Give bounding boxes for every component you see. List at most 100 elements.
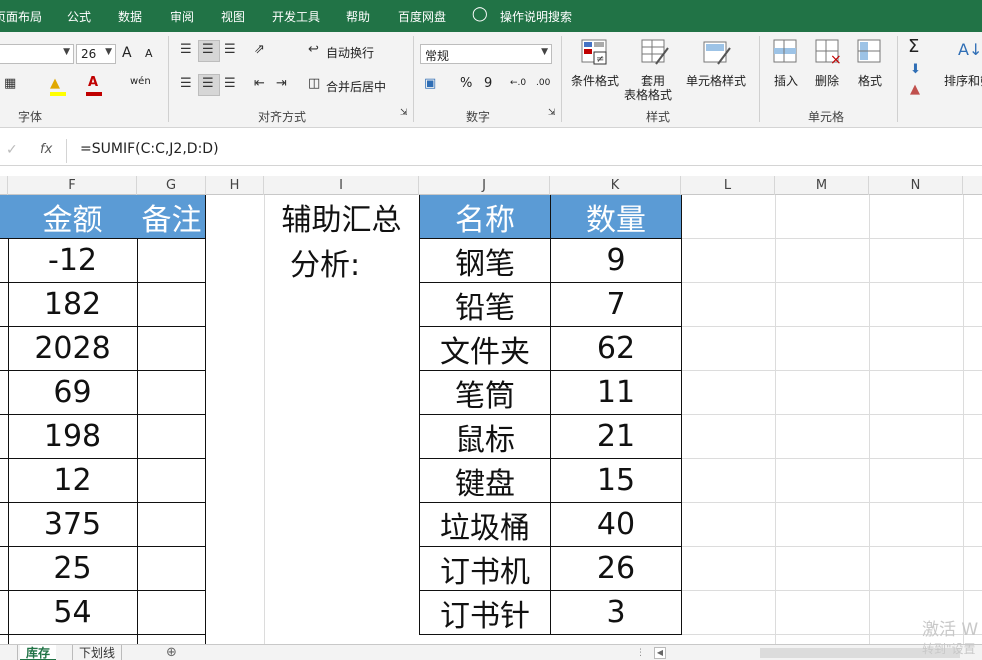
amount-cell[interactable]: 375 [8,502,137,546]
font-decrease-button[interactable]: A [145,47,153,60]
amount-cell[interactable]: 54 [8,590,137,634]
column-header-f[interactable]: F [8,176,137,195]
qty-cell[interactable]: 11 [551,371,681,414]
increase-decimal-button[interactable]: ←.0 [510,78,526,88]
font-color-icon[interactable]: A [88,75,98,90]
menu-help[interactable]: 帮助 [346,8,370,25]
name-cell[interactable]: 键盘 [420,459,550,502]
column-header-m[interactable]: M [775,176,869,195]
column-header-i[interactable]: I [264,176,419,195]
column-header-j[interactable]: J [419,176,550,195]
amount-cell[interactable]: 69 [8,370,137,414]
sheet-tab-previous[interactable] [0,645,18,660]
column-header-n[interactable]: N [869,176,963,195]
font-size-combo[interactable]: 26 ▼ [76,44,116,64]
menu-developer[interactable]: 开发工具 [272,8,320,25]
increase-indent-icon[interactable]: ⇥ [276,76,287,91]
clear-icon[interactable]: ▲ [910,82,920,97]
format-button[interactable]: 格式 [858,72,882,89]
chevron-down-icon: ▼ [541,47,548,57]
fill-color-icon[interactable]: ▲ [50,76,60,91]
font-name-combo[interactable]: ▼ [0,44,74,64]
column-header-g[interactable]: G [137,176,206,195]
menu-baidu-pan[interactable]: 百度网盘 [398,8,446,25]
table-header-cell[interactable] [0,195,8,238]
border-icon[interactable]: ▦ [4,76,16,91]
header-qty[interactable]: 数量 [551,195,681,238]
amount-cell[interactable]: 182 [8,282,137,326]
amount-cell[interactable]: 198 [8,414,137,458]
sheet-tab-underline[interactable]: 下划线 [72,645,123,660]
name-cell[interactable]: 文件夹 [420,327,550,370]
orientation-icon[interactable]: ⇗ [254,42,265,57]
align-top-icon[interactable]: ☰ [180,42,192,57]
sort-filter-button[interactable]: 排序和筛 [944,72,982,89]
cell-styles-button[interactable]: 单元格样式 [686,72,746,89]
column-header-o[interactable] [963,176,982,195]
currency-icon[interactable]: ▣ [424,76,436,91]
autosum-button[interactable]: Σ [908,36,919,57]
header-name[interactable]: 名称 [420,195,550,238]
qty-cell[interactable]: 9 [551,239,681,282]
gridline [681,238,982,239]
menu-formulas[interactable]: 公式 [67,8,91,25]
name-cell[interactable]: 铅笔 [420,283,550,326]
insert-function-button[interactable]: fx [40,142,52,157]
qty-cell[interactable]: 21 [551,415,681,458]
checkmark-icon[interactable]: ✓ [6,142,18,158]
name-cell[interactable]: 订书机 [420,547,550,590]
helper-label-line-1[interactable]: 辅助汇总 [264,196,419,238]
qty-cell[interactable]: 26 [551,547,681,590]
wrap-text-button[interactable]: 自动换行 [326,44,374,61]
qty-cell[interactable]: 3 [551,591,681,634]
sheet-tab-inventory[interactable]: 库存 [20,645,57,660]
ribbon: ▼ 26 ▼ A A ▦ ▲ A wén 字体 ☰ ☰ ☰ ⇗ ↩ 自动换行 ☰ … [0,32,982,128]
header-note[interactable]: 备注 [137,195,206,238]
insert-button[interactable]: 插入 [774,72,798,89]
menu-page-layout[interactable]: 页面布局 [0,8,42,25]
decrease-indent-icon[interactable]: ⇤ [254,76,265,91]
helper-label-line-2[interactable]: 分析: [264,240,419,284]
menu-view[interactable]: 视图 [221,8,245,25]
qty-cell[interactable]: 62 [551,327,681,370]
menu-review[interactable]: 审阅 [170,8,194,25]
decrease-decimal-button[interactable]: .00 [536,78,550,88]
amount-cell[interactable]: 25 [8,546,137,590]
sheet-tab-bar: 库存 下划线 ⊕ ⋮ ◀ [0,644,982,660]
fill-down-icon[interactable]: ⬇ [910,62,921,77]
qty-cell[interactable]: 40 [551,503,681,546]
column-header-l[interactable]: L [681,176,775,195]
qty-cell[interactable]: 15 [551,459,681,502]
add-sheet-button[interactable]: ⊕ [160,645,183,660]
align-left-icon[interactable]: ☰ [180,76,192,91]
column-header-h[interactable]: H [206,176,264,195]
qty-cell[interactable]: 7 [551,283,681,326]
amount-cell[interactable]: 2028 [8,326,137,370]
dialog-launcher-icon[interactable]: ⇲ [548,108,556,118]
align-right-icon[interactable]: ☰ [224,76,236,91]
dialog-launcher-icon[interactable]: ⇲ [400,108,408,118]
name-cell[interactable]: 垃圾桶 [420,503,550,546]
menu-data[interactable]: 数据 [118,8,142,25]
amount-cell[interactable]: -12 [8,238,137,282]
font-increase-button[interactable]: A [122,45,132,61]
amount-cell[interactable]: 12 [8,458,137,502]
comma-button[interactable]: 9 [484,76,492,91]
column-header-k[interactable]: K [550,176,681,195]
tell-me-search[interactable]: 操作说明搜索 [500,8,572,25]
column-header-e[interactable] [0,176,8,195]
name-cell[interactable]: 鼠标 [420,415,550,458]
percent-button[interactable]: % [460,76,472,91]
phonetic-button[interactable]: wén [130,76,151,87]
delete-button[interactable]: 删除 [815,72,839,89]
conditional-format-button[interactable]: 条件格式 [571,72,619,89]
name-cell[interactable]: 钢笔 [420,239,550,282]
merge-center-button[interactable]: 合并后居中 [326,78,386,95]
scroll-left-icon[interactable]: ◀ [654,647,666,659]
header-amount[interactable]: 金额 [8,195,137,238]
name-cell[interactable]: 笔筒 [420,371,550,414]
name-cell[interactable]: 订书针 [420,591,550,634]
number-format-combo[interactable]: 常规 ▼ [420,44,552,64]
format-as-table-button[interactable]: 表格格式 [624,86,672,103]
align-bottom-icon[interactable]: ☰ [224,42,236,57]
